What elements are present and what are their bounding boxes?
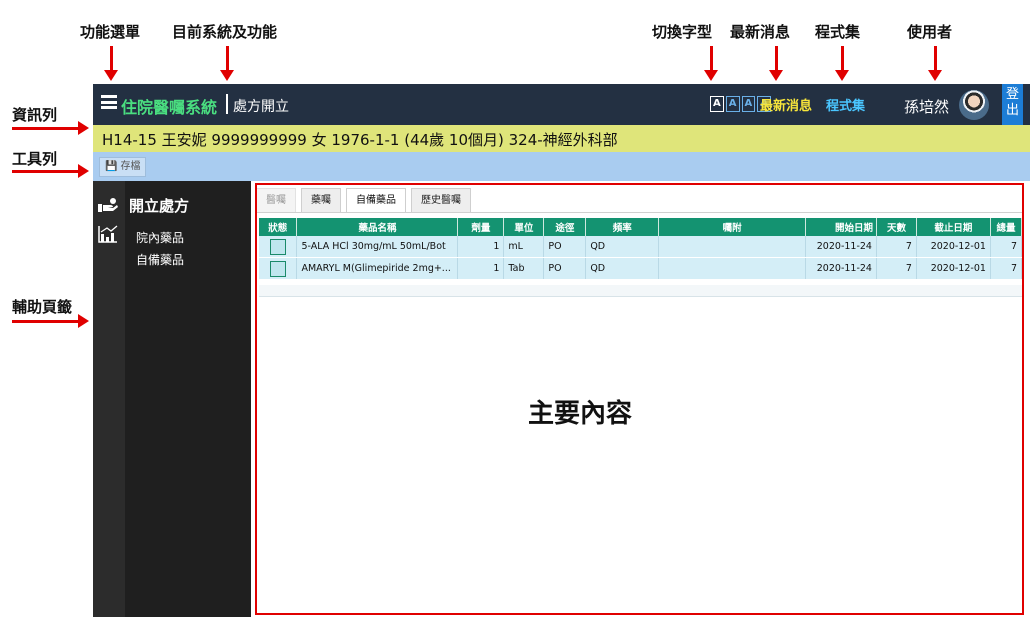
bar-chart-icon[interactable] bbox=[98, 225, 118, 243]
column-header[interactable]: 藥品名稱 bbox=[296, 218, 459, 236]
column-header[interactable]: 總量 bbox=[990, 218, 1023, 236]
frequency-cell: QD bbox=[585, 236, 660, 258]
drug-name-cell: AMARYL M(Glimepiride 2mg+... bbox=[296, 257, 459, 280]
note-cell bbox=[658, 257, 806, 280]
annotation-aux-tabs: 輔助頁籤 bbox=[12, 298, 73, 316]
route-cell: PO bbox=[543, 236, 587, 258]
route-cell: PO bbox=[543, 257, 587, 280]
programs-link[interactable]: 程式集 bbox=[826, 95, 865, 114]
column-header[interactable]: 狀態 bbox=[259, 218, 298, 236]
tab-underline bbox=[256, 212, 1022, 213]
column-header[interactable]: 劑量 bbox=[457, 218, 505, 236]
tab-orders[interactable]: 醫囑 bbox=[256, 188, 296, 213]
table-row[interactable]: 5-ALA HCl 30mg/mL 50mL/Bot 1 mL PO QD 20… bbox=[259, 236, 1023, 258]
system-name[interactable]: 住院醫囑系統 bbox=[121, 94, 217, 118]
header-bar: 住院醫囑系統 處方開立 A A A A 最新消息 程式集 孫培然 登出 bbox=[93, 84, 1030, 125]
font-size-option[interactable]: A bbox=[710, 96, 724, 112]
dose-cell: 1 bbox=[457, 257, 505, 280]
annotation-system-function: 目前系統及功能 bbox=[172, 23, 278, 41]
status-cell bbox=[259, 236, 298, 258]
annotation-arrow bbox=[104, 46, 118, 81]
font-size-option[interactable]: A bbox=[725, 96, 740, 112]
status-checkbox[interactable] bbox=[269, 238, 286, 255]
tab-own-drugs[interactable]: 自備藥品 bbox=[346, 188, 406, 213]
note-cell bbox=[658, 236, 806, 258]
annotation-news: 最新消息 bbox=[730, 23, 791, 41]
annotation-programs: 程式集 bbox=[815, 23, 861, 41]
user-name: 孫培然 bbox=[904, 98, 950, 116]
title-separator bbox=[226, 94, 228, 114]
frequency-cell: QD bbox=[585, 257, 660, 280]
annotation-font-switch: 切換字型 bbox=[652, 23, 713, 41]
column-header[interactable]: 開始日期 bbox=[805, 218, 877, 236]
annotation-arrow bbox=[12, 314, 89, 328]
dose-cell: 1 bbox=[457, 236, 505, 258]
annotation-main-content: 主要內容 bbox=[528, 399, 633, 429]
column-header[interactable]: 天數 bbox=[876, 218, 917, 236]
days-cell: 7 bbox=[876, 257, 917, 280]
status-cell bbox=[259, 257, 298, 280]
annotation-arrow bbox=[835, 46, 849, 81]
total-cell: 7 bbox=[990, 236, 1023, 258]
sidebar-item-own-drugs[interactable]: 自備藥品 bbox=[136, 251, 184, 268]
table-header-row: 狀態 藥品名稱 劑量 單位 途徑 頻率 囑附 開始日期 天數 截止日期 總量 bbox=[259, 218, 1023, 236]
unit-cell: mL bbox=[503, 236, 545, 258]
save-label: 存檔 bbox=[120, 161, 141, 172]
tab-bar: 醫囑 藥囑 自備藥品 歷史醫囑 bbox=[256, 188, 476, 214]
table-row[interactable]: AMARYL M(Glimepiride 2mg+... 1 Tab PO QD… bbox=[259, 257, 1023, 280]
news-link[interactable]: 最新消息 bbox=[760, 95, 812, 114]
unit-cell: Tab bbox=[503, 257, 545, 280]
function-name: 處方開立 bbox=[233, 99, 289, 115]
start-date-cell: 2020-11-24 bbox=[805, 236, 877, 258]
drug-table: 狀態 藥品名稱 劑量 單位 途徑 頻率 囑附 開始日期 天數 截止日期 總量 5… bbox=[259, 218, 1023, 280]
sidebar-title: 開立處方 bbox=[129, 197, 190, 215]
column-header[interactable]: 囑附 bbox=[658, 218, 806, 236]
tab-medication-orders[interactable]: 藥囑 bbox=[301, 188, 341, 213]
column-header[interactable]: 頻率 bbox=[585, 218, 660, 236]
annotation-arrow bbox=[769, 46, 783, 81]
annotation-arrow bbox=[704, 46, 718, 81]
font-size-option[interactable]: A bbox=[741, 96, 756, 112]
toolbar: 💾 存檔 bbox=[93, 152, 1030, 181]
user-avatar[interactable] bbox=[959, 90, 989, 120]
annotation-toolbar: 工具列 bbox=[12, 150, 58, 168]
annotation-user: 使用者 bbox=[907, 23, 953, 41]
status-checkbox[interactable] bbox=[269, 260, 286, 277]
hand-pill-icon[interactable] bbox=[98, 198, 118, 212]
sidebar-item-hospital-drugs[interactable]: 院內藥品 bbox=[136, 229, 184, 246]
patient-info: H14-15 王安妮 9999999999 女 1976-1-1 (44歲 10… bbox=[102, 131, 618, 149]
total-cell: 7 bbox=[990, 257, 1023, 280]
hamburger-icon[interactable] bbox=[101, 95, 117, 109]
floppy-disk-icon: 💾 bbox=[105, 161, 118, 172]
sidebar-icon-strip bbox=[93, 181, 125, 617]
column-header[interactable]: 單位 bbox=[503, 218, 545, 236]
end-date-cell: 2020-12-01 bbox=[916, 236, 991, 258]
annotation-arrow bbox=[220, 46, 234, 81]
annotation-menu: 功能選單 bbox=[80, 23, 141, 41]
annotation-arrow bbox=[12, 164, 89, 178]
sidebar: 開立處方 院內藥品 自備藥品 bbox=[125, 181, 251, 617]
annotation-info-bar: 資訊列 bbox=[12, 106, 58, 124]
start-date-cell: 2020-11-24 bbox=[805, 257, 877, 280]
column-header[interactable]: 途徑 bbox=[543, 218, 587, 236]
annotation-arrow bbox=[928, 46, 942, 81]
column-header[interactable]: 截止日期 bbox=[916, 218, 991, 236]
table-footer bbox=[259, 285, 1022, 297]
days-cell: 7 bbox=[876, 236, 917, 258]
tab-history-orders[interactable]: 歷史醫囑 bbox=[411, 188, 471, 213]
patient-info-bar: H14-15 王安妮 9999999999 女 1976-1-1 (44歲 10… bbox=[93, 125, 1030, 152]
save-button[interactable]: 💾 存檔 bbox=[99, 157, 147, 177]
annotation-arrow bbox=[12, 121, 89, 135]
drug-name-cell: 5-ALA HCl 30mg/mL 50mL/Bot bbox=[296, 236, 459, 258]
end-date-cell: 2020-12-01 bbox=[916, 257, 991, 280]
logout-button[interactable]: 登出 bbox=[1002, 84, 1023, 125]
